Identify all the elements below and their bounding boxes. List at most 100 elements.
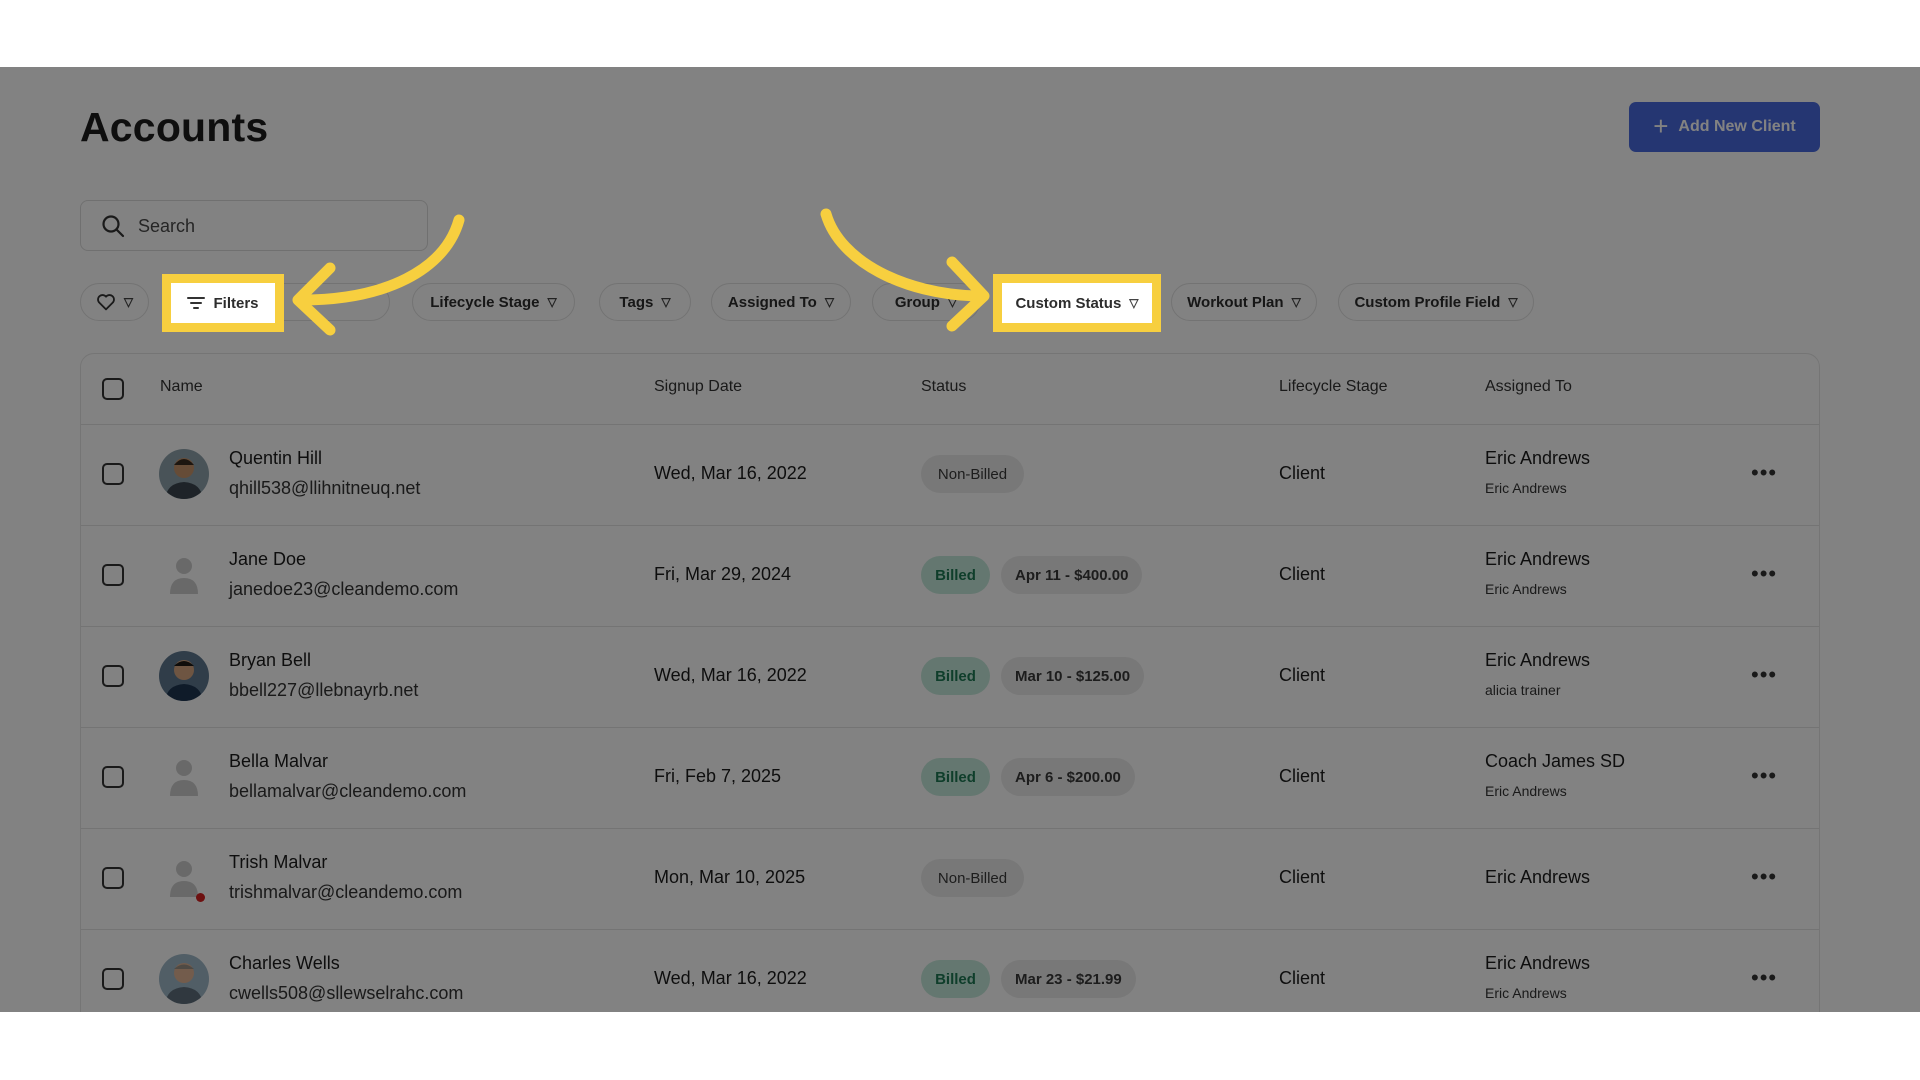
more-options-icon[interactable]: ••• [1751,864,1777,890]
client-email: janedoe23@cleandemo.com [229,579,459,599]
table-row[interactable]: Quentin Hill qhill538@llihnitneuq.net We… [81,424,1819,526]
status-badge: Non-Billed [921,455,1024,493]
client-name[interactable]: Jane Doe [229,549,306,570]
default-avatar-icon [159,550,209,600]
row-checkbox[interactable] [102,867,124,889]
column-header-signup-date[interactable]: Signup Date [654,378,742,396]
chip-assigned-to[interactable]: Assigned To ▽ [711,283,851,321]
table-row[interactable]: Bryan Bell bbell227@llebnayrb.net Wed, M… [81,626,1819,728]
assigned-coach: Coach James SD [1485,751,1626,771]
table-row[interactable]: Jane Doe janedoe23@cleandemo.com Fri, Ma… [81,525,1819,627]
assigned-secondary: Eric Andrews [1485,581,1567,597]
status-badge: Billed [921,758,990,796]
page-title: Accounts [80,104,269,150]
chevron-down-icon: ▽ [547,295,557,309]
accounts-app: Accounts + Add New Client ▽ Lifecycle St… [0,67,1920,1012]
chip-label: Custom Profile Field [1354,293,1501,311]
avatar [159,449,209,499]
chip-custom-status[interactable]: Custom Status ▽ [993,274,1161,332]
row-checkbox[interactable] [102,463,124,485]
default-avatar-icon [159,752,209,802]
chip-label: Workout Plan [1187,293,1284,311]
assigned-secondary: Eric Andrews [1485,985,1567,1001]
chip-label: Assigned To [727,293,817,311]
signup-date: Wed, Mar 16, 2022 [654,968,807,988]
signup-date: Fri, Mar 29, 2024 [654,564,792,584]
billing-amount-badge: Apr 6 - $200.00 [1001,758,1135,796]
filters-button-highlighted[interactable]: Filters [162,274,284,332]
table-row[interactable]: Trish Malvar trishmalvar@cleandemo.com M… [81,828,1819,930]
chip-label: Custom Status [1015,294,1122,312]
avatar [159,954,209,1004]
more-options-icon[interactable]: ••• [1751,561,1777,587]
lifecycle-stage: Client [1279,463,1326,483]
client-email: qhill538@llihnitneuq.net [229,478,421,498]
billing-amount-badge: Mar 10 - $125.00 [1001,657,1145,695]
column-header-lifecycle-stage[interactable]: Lifecycle Stage [1279,378,1388,396]
signup-date: Fri, Feb 7, 2025 [654,766,782,786]
more-options-icon[interactable]: ••• [1751,965,1777,991]
row-checkbox[interactable] [102,564,124,586]
client-name[interactable]: Bryan Bell [229,650,311,671]
chip-label: Group [894,293,940,311]
chip-lifecycle-stage[interactable]: Lifecycle Stage ▽ [412,283,575,321]
chip-tags[interactable]: Tags ▽ [599,283,691,321]
table-row[interactable]: Bella Malvar bellamalvar@cleandemo.com F… [81,727,1819,829]
table-row[interactable]: Charles Wells cwells508@sllewselrahc.com… [81,929,1819,1012]
chevron-down-icon: ▽ [824,295,835,309]
lifecycle-stage: Client [1279,968,1326,988]
column-header-assigned-to[interactable]: Assigned To [1485,378,1572,396]
avatar [159,651,209,701]
chip-label: Lifecycle Stage [430,293,540,311]
chevron-down-icon: ▽ [1508,295,1518,309]
plus-icon: + [1653,110,1669,141]
client-name[interactable]: Quentin Hill [229,448,322,469]
lifecycle-stage: Client [1279,665,1326,685]
more-options-icon[interactable]: ••• [1751,662,1777,688]
signup-date: Mon, Mar 10, 2025 [654,867,806,887]
add-new-client-button[interactable]: + Add New Client [1629,102,1820,152]
client-email: bbell227@llebnayrb.net [229,680,419,700]
more-options-icon[interactable]: ••• [1751,460,1777,486]
assigned-coach: Eric Andrews [1485,650,1591,670]
lifecycle-stage: Client [1279,867,1326,887]
assigned-secondary: Eric Andrews [1485,783,1567,799]
add-new-client-label: Add New Client [1678,118,1796,135]
search-input[interactable] [138,211,408,241]
status-badge: Billed [921,960,990,998]
chevron-down-icon: ▽ [1129,296,1139,310]
client-name[interactable]: Bella Malvar [229,751,328,772]
assigned-coach: Eric Andrews [1485,953,1591,973]
chip-workout-plan[interactable]: Workout Plan ▽ [1171,283,1317,321]
row-checkbox[interactable] [102,968,124,990]
billing-amount-badge: Apr 11 - $400.00 [1001,556,1143,594]
column-header-name[interactable]: Name [160,378,203,396]
more-options-icon[interactable]: ••• [1751,763,1777,789]
assigned-coach: Eric Andrews [1485,448,1591,468]
assigned-secondary: alicia trainer [1485,682,1561,698]
client-email: bellamalvar@cleandemo.com [229,781,467,801]
status-badge: Non-Billed [921,859,1024,897]
row-checkbox[interactable] [102,665,124,687]
status-badge: Billed [921,556,990,594]
filter-lines-icon [187,297,206,309]
client-email: cwells508@sllewselrahc.com [229,983,464,1003]
search-box[interactable] [80,200,428,251]
client-name[interactable]: Charles Wells [229,953,340,974]
signup-date: Wed, Mar 16, 2022 [654,665,807,685]
chevron-down-icon: ▽ [661,295,671,309]
row-checkbox[interactable] [102,766,124,788]
chevron-down-icon: ▽ [947,295,958,309]
assigned-coach: Eric Andrews [1485,867,1591,887]
chip-custom-profile-field[interactable]: Custom Profile Field ▽ [1338,283,1534,321]
client-name[interactable]: Trish Malvar [229,852,327,873]
lifecycle-stage: Client [1279,766,1326,786]
favorites-filter[interactable]: ▽ [80,283,149,321]
signup-date: Wed, Mar 16, 2022 [654,463,807,483]
column-header-status[interactable]: Status [921,378,966,396]
lifecycle-stage: Client [1279,564,1326,584]
chevron-down-icon: ▽ [123,295,134,309]
table-header: Name Signup Date Status Lifecycle Stage … [81,354,1819,425]
select-all-checkbox[interactable] [102,378,124,400]
chip-group[interactable]: Group ▽ [872,283,980,321]
